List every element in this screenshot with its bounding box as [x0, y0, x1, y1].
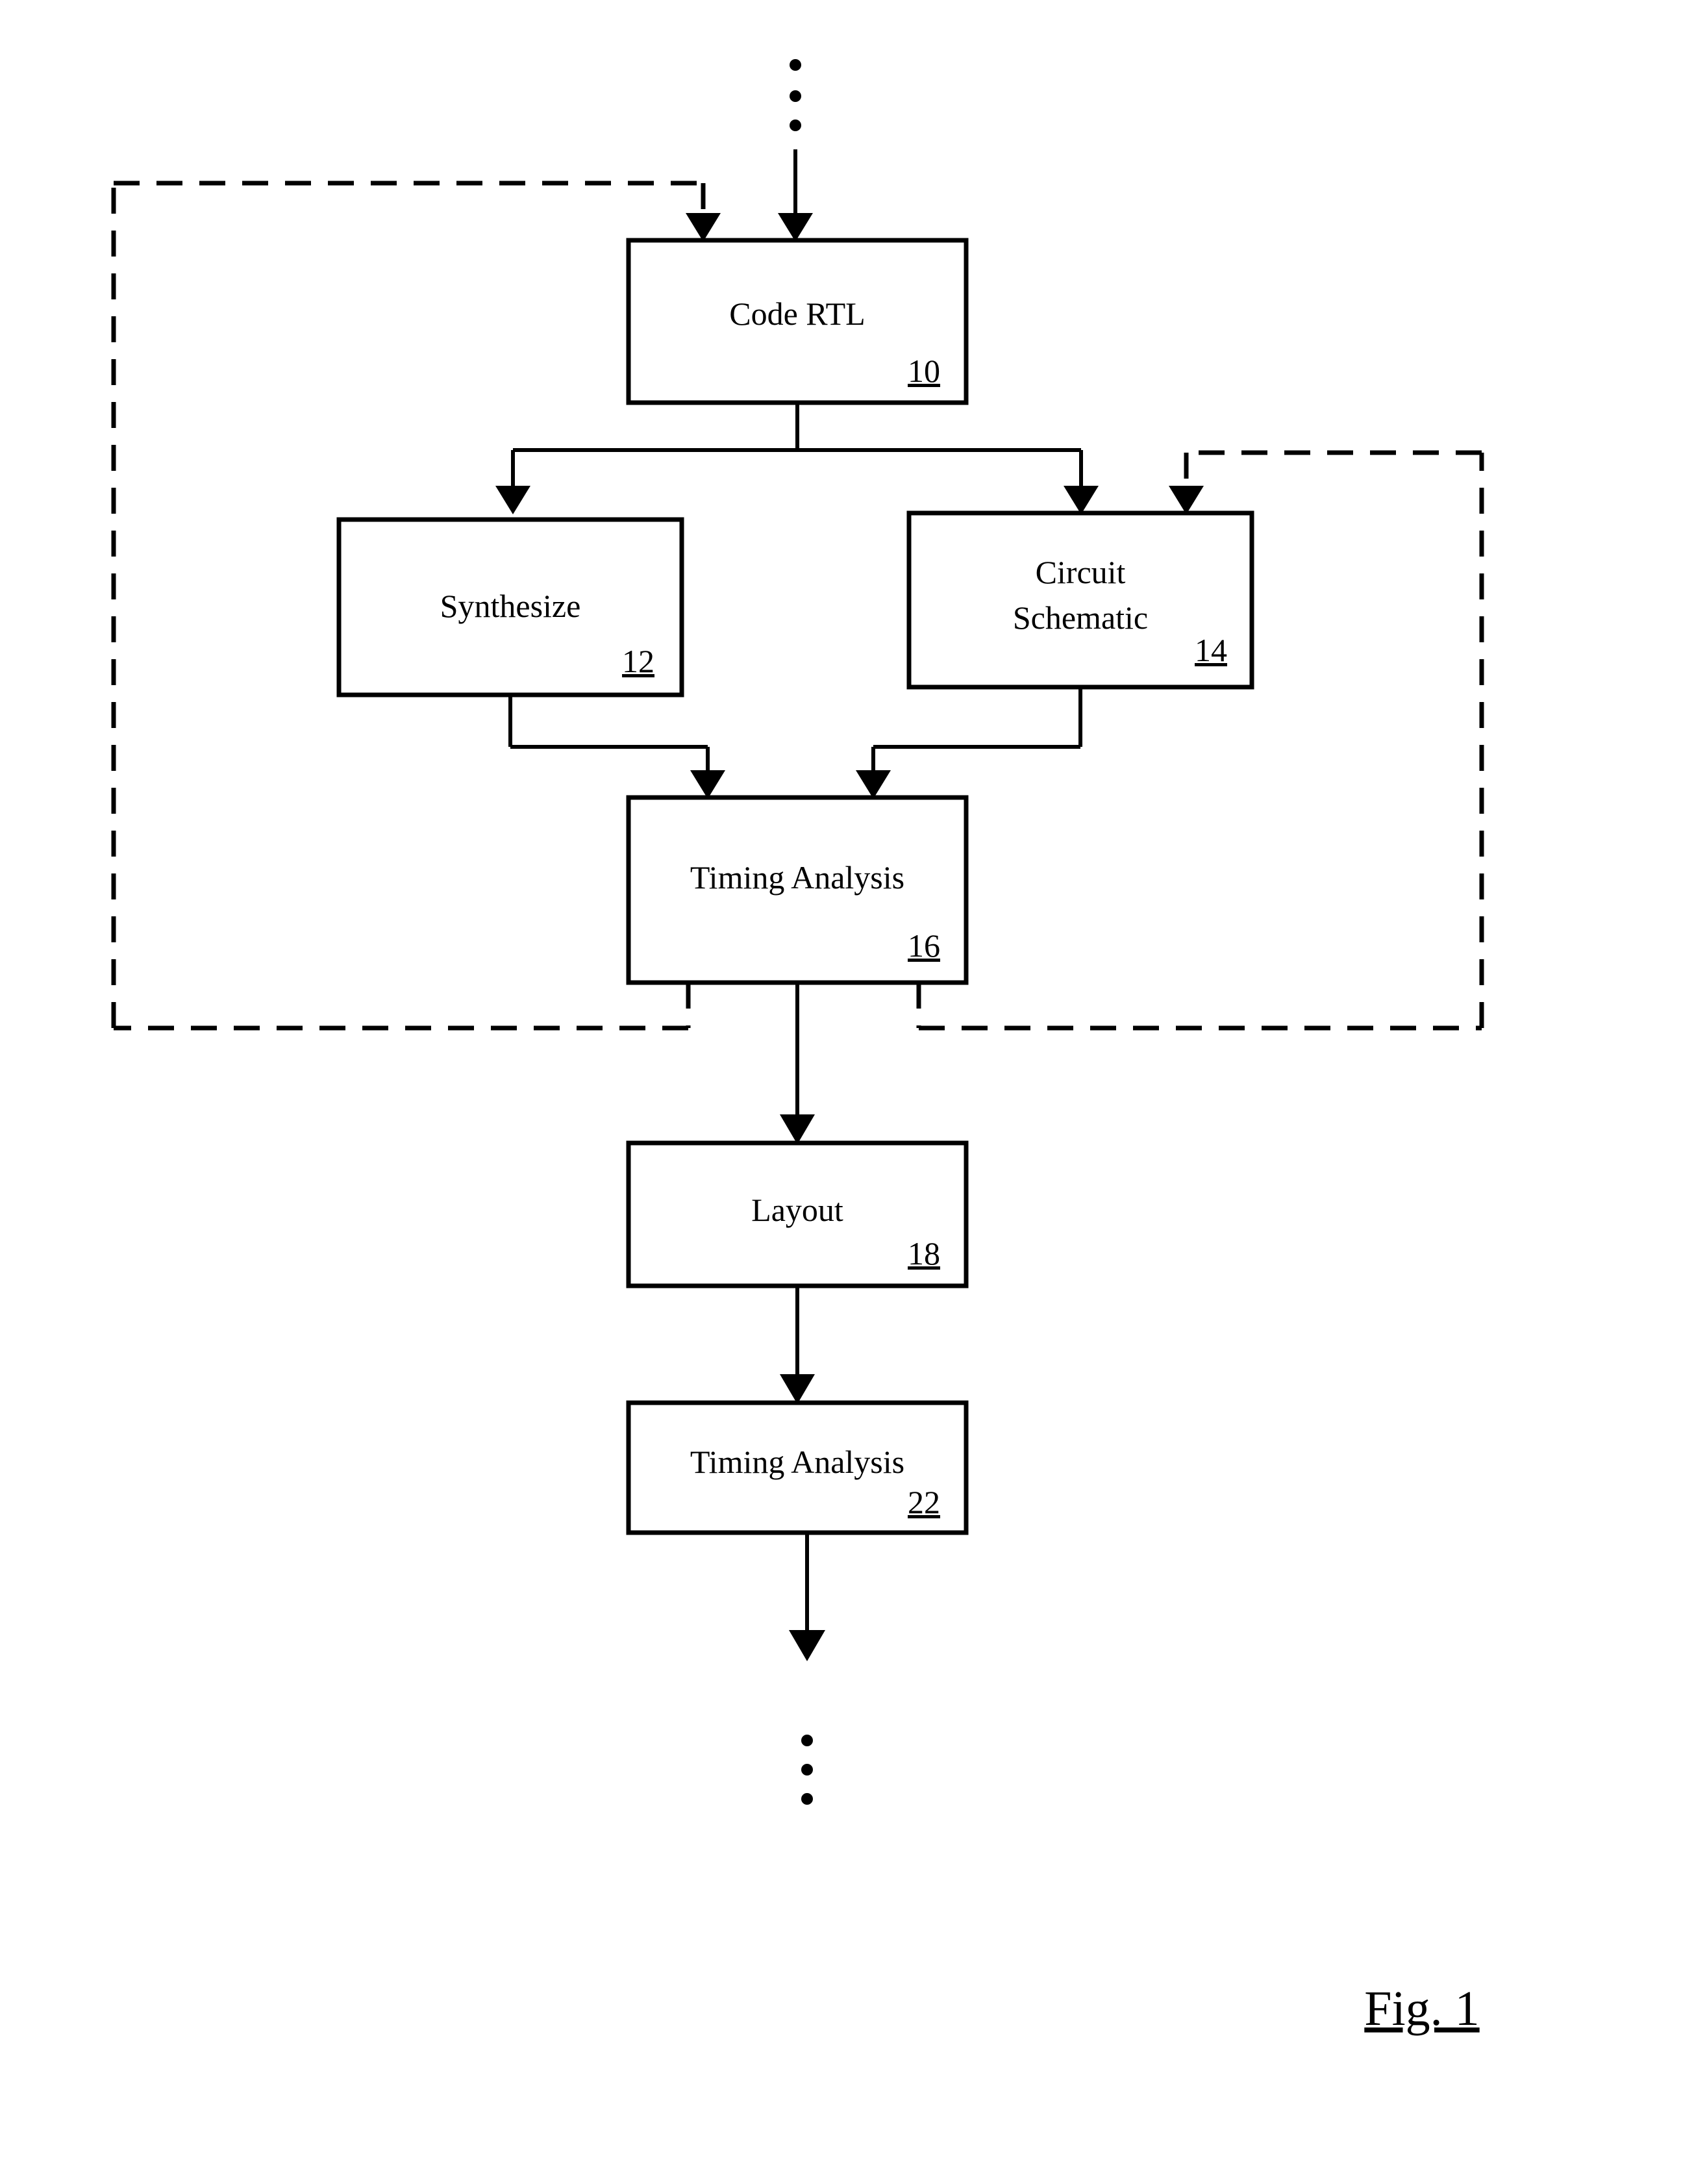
patent-figure: Code RTL 10 Synthesize 12 Circuit Schema…: [0, 0, 1694, 2184]
node-code-rtl[interactable]: Code RTL 10: [626, 238, 969, 405]
node-circuit-schematic[interactable]: Circuit Schematic 14: [906, 510, 1254, 690]
connector-timing-analysis-16-to-layout: [780, 983, 815, 1144]
node-circuit-schematic-ref: 14: [1195, 632, 1227, 668]
connector-timing-analysis-22-to-flow-out: [789, 1533, 825, 1661]
node-synthesize-ref: 12: [622, 643, 654, 679]
node-timing-analysis-16-ref: 16: [908, 927, 940, 964]
node-timing-analysis-22-label: Timing Analysis: [690, 1444, 904, 1480]
node-circuit-schematic-label-line2: Schematic: [1013, 599, 1148, 636]
connector-synthesize-to-timing-analysis-16: [508, 695, 725, 799]
node-code-rtl-label: Code RTL: [729, 295, 865, 332]
connector-flow-in-to-code-rtl: [778, 149, 813, 242]
node-synthesize-label: Synthesize: [440, 588, 581, 624]
vertical-ellipsis-bottom-icon: [801, 1735, 813, 1805]
node-layout[interactable]: Layout 18: [626, 1140, 969, 1288]
node-timing-analysis-22[interactable]: Timing Analysis 22: [626, 1400, 969, 1535]
node-layout-ref: 18: [908, 1235, 940, 1272]
node-circuit-schematic-label-line1: Circuit: [1036, 554, 1126, 590]
node-layout-label: Layout: [751, 1192, 843, 1228]
flow-diagram-canvas: Code RTL 10 Synthesize 12 Circuit Schema…: [111, 59, 1484, 2036]
connector-layout-to-timing-analysis-22: [780, 1286, 815, 1404]
figure-caption: Fig. 1: [1364, 1981, 1479, 2036]
node-code-rtl-ref: 10: [908, 353, 940, 389]
vertical-ellipsis-top-icon: [790, 59, 801, 131]
connector-code-rtl-split: [495, 403, 1099, 514]
node-timing-analysis-16[interactable]: Timing Analysis 16: [626, 795, 969, 985]
node-timing-analysis-22-ref: 22: [908, 1484, 940, 1520]
connector-circuit-schematic-to-timing-analysis-16: [856, 687, 1082, 799]
node-timing-analysis-16-label: Timing Analysis: [690, 859, 904, 896]
node-synthesize[interactable]: Synthesize 12: [336, 517, 684, 697]
